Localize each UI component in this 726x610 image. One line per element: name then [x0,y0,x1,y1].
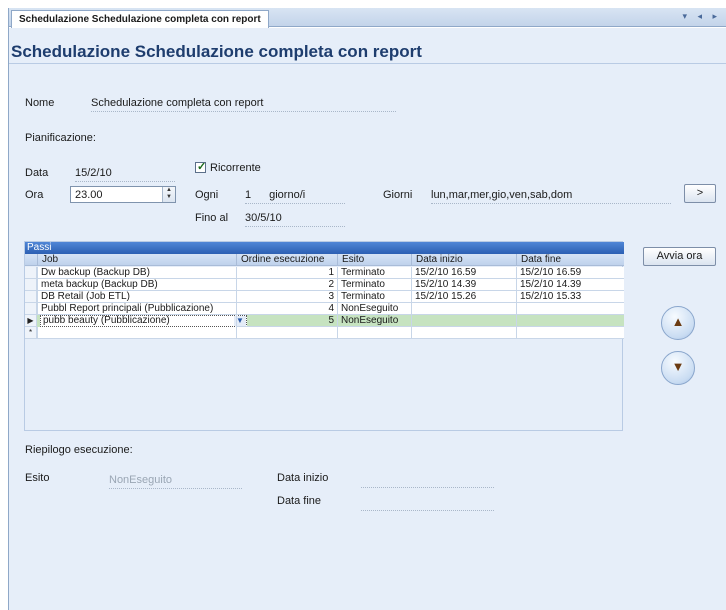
tab-strip: Schedulazione Schedulazione completa con… [9,8,726,28]
table-row[interactable]: Dw backup (Backup DB) 1 Terminato 15/2/1… [25,267,624,279]
cell-ordine[interactable] [236,327,337,339]
column-header-job[interactable]: Job [37,254,236,266]
move-up-button[interactable]: ▲ [661,306,695,340]
cell-esito[interactable]: NonEseguito [337,303,411,315]
cell-esito[interactable]: Terminato [337,267,411,279]
cell-job: pubb beauty (Pubblicazione) [43,315,170,326]
data-inizio-label: Data inizio [277,472,329,484]
cell-job[interactable]: meta backup (Backup DB) [37,279,236,291]
check-icon: ✓ [197,161,207,173]
ricorrente-label: Ricorrente [210,162,261,174]
column-header-ordine[interactable]: Ordine esecuzione [236,254,337,266]
nome-field[interactable]: Schedulazione completa con report [91,97,396,112]
cell-ordine[interactable]: 2 [236,279,337,291]
cell-esito[interactable]: Terminato [337,291,411,303]
ogni-unit: giorno/i [269,189,306,201]
esito-label: Esito [25,472,50,484]
document-window: Schedulazione Schedulazione completa con… [8,8,726,610]
data-field[interactable]: 15/2/10 [75,167,175,182]
column-header-esito[interactable]: Esito [337,254,411,266]
grid-header: Job Ordine esecuzione Esito Data inizio … [25,254,624,266]
passi-grid: Passi Job Ordine esecuzione Esito Data i… [24,241,624,431]
table-row-selected[interactable]: ▶ pubb beauty (Pubblicazione) ▼ 5 NonEse… [25,315,624,327]
cell-ordine[interactable]: 3 [236,291,337,303]
column-header-data-fine[interactable]: Data fine [516,254,624,266]
spinner-arrows-icon[interactable]: ▲ ▼ [162,187,175,202]
cell-data-fine[interactable]: 15/2/10 16.59 [516,267,624,279]
new-row-icon[interactable]: * [25,327,37,339]
ogni-label: Ogni [195,189,219,201]
cell-data-fine[interactable]: 15/2/10 14.39 [516,279,624,291]
table-row[interactable]: meta backup (Backup DB) 2 Terminato 15/2… [25,279,624,291]
cell-data-inizio[interactable] [411,303,516,315]
passi-caption: Passi [25,242,624,254]
ora-value: 23.00 [75,189,103,201]
data-label: Data [25,167,49,179]
ogni-field[interactable]: 1 giorno/i [245,189,345,204]
ricorrente-checkbox[interactable]: ✓ [195,161,207,173]
giorni-field[interactable]: lun,mar,mer,gio,ven,sab,dom [431,189,671,204]
cell-data-inizio[interactable]: 15/2/10 16.59 [411,267,516,279]
table-row[interactable]: DB Retail (Job ETL) 3 Terminato 15/2/10 … [25,291,624,303]
data-fine-label: Data fine [277,495,322,507]
cell-data-inizio[interactable] [411,315,516,327]
ora-spinner[interactable]: 23.00 ▲ ▼ [70,186,176,203]
tab-schedulazione[interactable]: Schedulazione Schedulazione completa con… [11,10,269,28]
avvia-ora-button[interactable]: Avvia ora [643,247,716,266]
fino-al-field[interactable]: 30/5/10 [245,212,345,227]
ogni-value: 1 [245,189,252,201]
page-title: Schedulazione Schedulazione completa con… [11,42,422,61]
cell-data-fine[interactable]: 15/2/10 15.33 [516,291,624,303]
cell-data-inizio[interactable] [411,327,516,339]
giorni-picker-button[interactable]: > [684,184,716,203]
cell-esito[interactable] [337,327,411,339]
cell-ordine[interactable]: 4 [236,303,337,315]
esito-field: NonEseguito [109,474,242,489]
fino-al-label: Fino al [195,212,229,224]
column-header-data-inizio[interactable]: Data inizio [411,254,516,266]
pianificazione-label: Pianificazione: [25,132,96,144]
table-new-row[interactable]: * [25,327,624,339]
row-header[interactable] [25,279,37,291]
row-header[interactable] [25,303,37,315]
row-header[interactable] [25,291,37,303]
cell-job[interactable]: DB Retail (Job ETL) [37,291,236,303]
cell-job[interactable]: Pubbl Report principali (Pubblicazione) [37,303,236,315]
cell-data-fine[interactable] [516,327,624,339]
tab-controls[interactable]: ▾ ◂ ▸ [682,11,721,22]
nome-label: Nome [25,97,55,109]
data-fine-field [361,497,494,511]
giorni-label: Giorni [383,189,413,201]
cell-data-fine[interactable] [516,303,624,315]
arrow-up-icon: ▲ [671,314,685,329]
move-down-button[interactable]: ▼ [661,351,695,385]
cell-esito[interactable]: Terminato [337,279,411,291]
job-combo-editor[interactable]: pubb beauty (Pubblicazione) ▼ [40,315,247,327]
riepilogo-label: Riepilogo esecuzione: [25,444,133,456]
schedule-form: Schedulazione Schedulazione completa con… [9,28,726,610]
table-row[interactable]: Pubbl Report principali (Pubblicazione) … [25,303,624,315]
ora-label: Ora [25,189,44,201]
data-inizio-field [361,474,494,488]
cell-esito[interactable]: NonEseguito [337,315,411,327]
cell-data-fine[interactable] [516,315,624,327]
cell-ordine[interactable]: 5 [236,315,337,327]
cell-data-inizio[interactable]: 15/2/10 14.39 [411,279,516,291]
cell-job[interactable] [37,327,236,339]
cell-data-inizio[interactable]: 15/2/10 15.26 [411,291,516,303]
row-header[interactable] [25,267,37,279]
current-row-icon[interactable]: ▶ [25,315,37,327]
arrow-down-icon: ▼ [671,359,685,374]
cell-job[interactable]: Dw backup (Backup DB) [37,267,236,279]
title-divider [9,63,726,64]
cell-ordine[interactable]: 1 [236,267,337,279]
